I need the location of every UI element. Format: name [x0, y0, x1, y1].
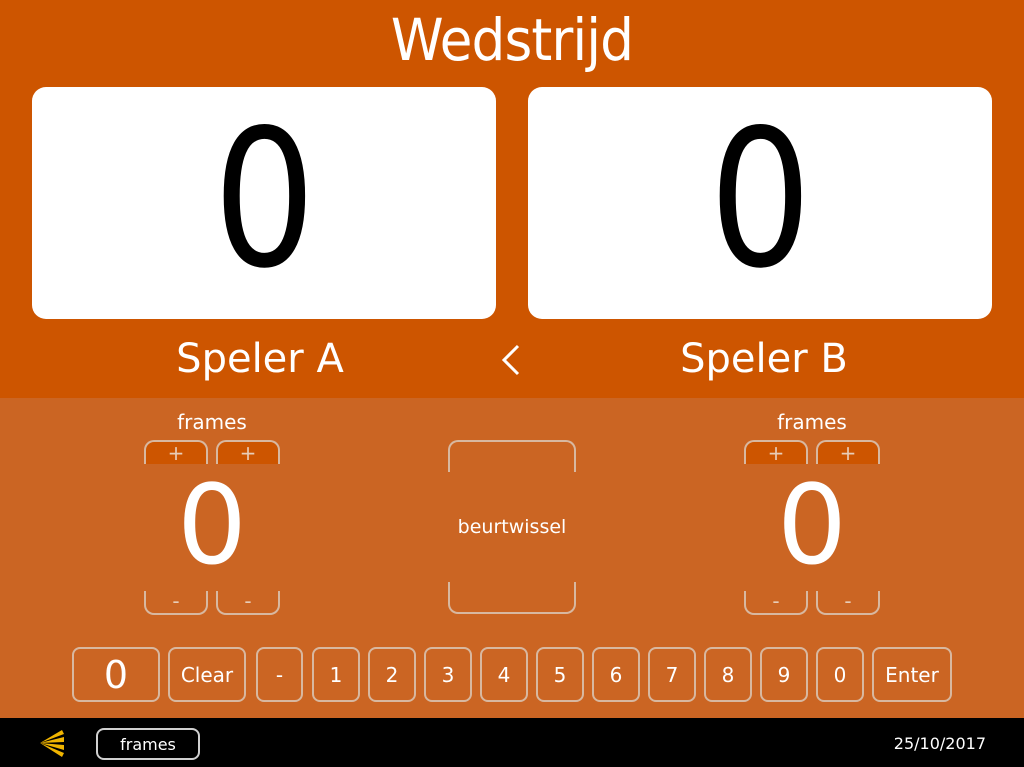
digit-key-0[interactable]: 0	[816, 647, 864, 702]
score-box-player-b: 0	[528, 87, 992, 319]
scoreboard-header: Wedstrijd 0 0 Speler A Speler B	[0, 0, 1024, 398]
page-title: Wedstrijd	[390, 6, 634, 74]
chevron-left-icon	[501, 344, 520, 376]
turn-switch-label: beurtwissel	[457, 516, 567, 538]
frames-minus-button[interactable]: -	[816, 591, 880, 615]
turn-switch-button[interactable]: beurtwissel	[448, 440, 576, 614]
frames-value-player-b: 0	[777, 461, 847, 589]
logo-icon[interactable]	[36, 728, 68, 758]
digit-key-3[interactable]: 3	[424, 647, 472, 702]
frames-group-player-a: frames + + 0 - -	[142, 398, 282, 618]
digit-key-8[interactable]: 8	[704, 647, 752, 702]
frames-label: frames	[177, 410, 247, 434]
digit-key-5[interactable]: 5	[536, 647, 584, 702]
footer-bar: frames 25/10/2017	[0, 718, 1024, 767]
button-frame-top	[448, 440, 576, 472]
digit-key-4[interactable]: 4	[480, 647, 528, 702]
frames-minus-button[interactable]: -	[144, 591, 208, 615]
frames-mode-button[interactable]: frames	[96, 728, 200, 760]
digit-key-7[interactable]: 7	[648, 647, 696, 702]
digit-key-6[interactable]: 6	[592, 647, 640, 702]
score-player-a: 0	[212, 89, 316, 310]
digit-key-9[interactable]: 9	[760, 647, 808, 702]
enter-button[interactable]: Enter	[872, 647, 952, 702]
keypad-display[interactable]: 0	[72, 647, 160, 702]
button-frame-bottom	[448, 582, 576, 614]
player-a-name: Speler A	[176, 336, 344, 382]
score-box-player-a: 0	[32, 87, 496, 319]
frames-value-player-a: 0	[177, 461, 247, 589]
frames-label: frames	[777, 410, 847, 434]
player-b-name: Speler B	[680, 336, 848, 382]
digit-key-2[interactable]: 2	[368, 647, 416, 702]
minus-key[interactable]: -	[256, 647, 303, 702]
numeric-keypad: 0 Clear - 1 2 3 4 5 6 7 8 9 0 Enter	[0, 647, 1024, 703]
frames-minus-button[interactable]: -	[216, 591, 280, 615]
score-player-b: 0	[708, 89, 812, 310]
digit-key-1[interactable]: 1	[312, 647, 360, 702]
frames-group-player-b: frames + + 0 - -	[742, 398, 882, 618]
clear-button[interactable]: Clear	[168, 647, 246, 702]
date-display: 25/10/2017	[893, 734, 986, 753]
frames-minus-button[interactable]: -	[744, 591, 808, 615]
